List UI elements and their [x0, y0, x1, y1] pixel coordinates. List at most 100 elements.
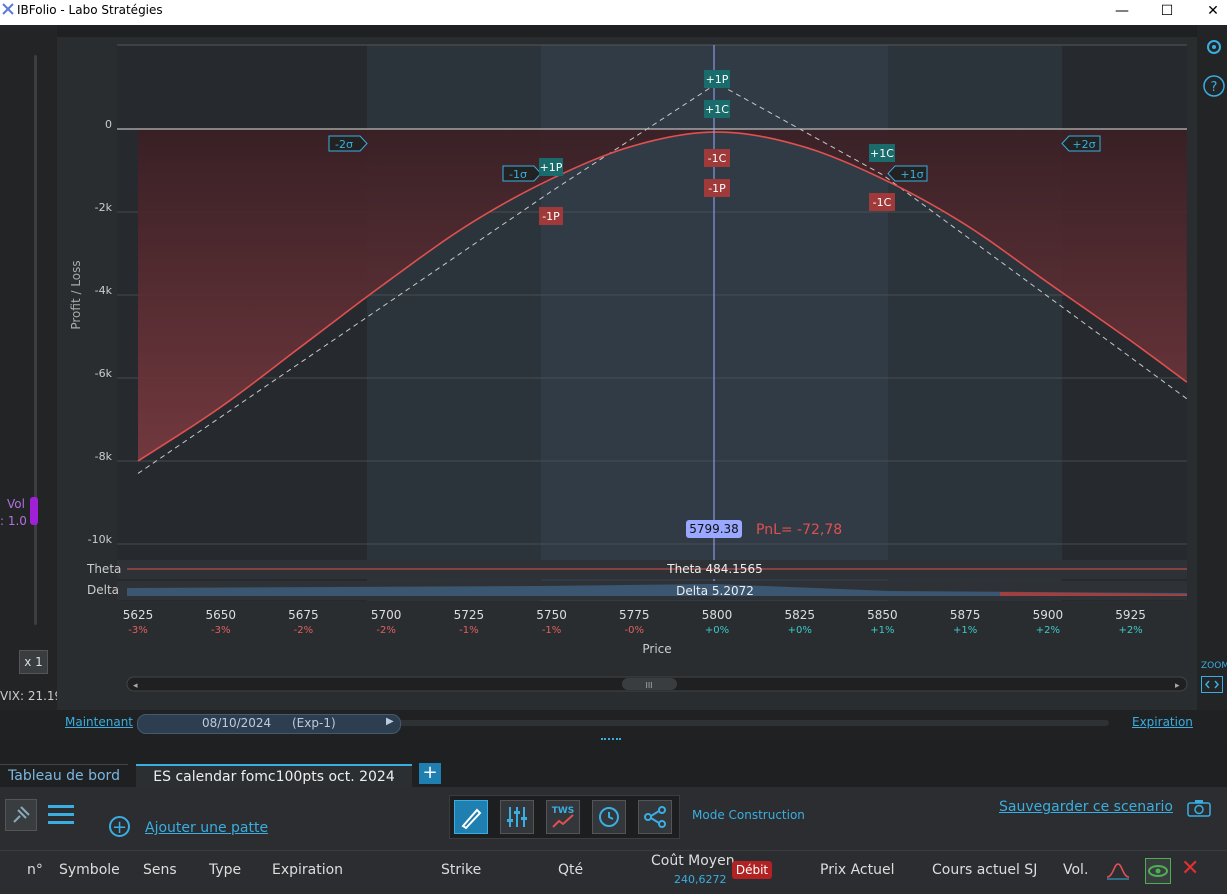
- settings-gear-icon[interactable]: [1205, 38, 1223, 56]
- col-expiration[interactable]: Expiration: [272, 862, 343, 878]
- tab-bar: Tableau de bord ES calendar fomc100pts o…: [0, 762, 1227, 789]
- scroll-right-icon[interactable]: ▸: [1175, 681, 1180, 691]
- pct-tick-label: +2%: [1118, 625, 1142, 636]
- maximize-button[interactable]: ☐: [1144, 0, 1190, 25]
- y-tick-label: -2k: [95, 201, 113, 214]
- x-tick-label: 5625: [123, 608, 154, 622]
- x-tick-label: 5675: [288, 608, 319, 622]
- pct-tick-label: +1%: [870, 625, 894, 636]
- toolbar: + Ajouter une patte TWS Mode Constructio…: [0, 787, 1227, 850]
- vol-curve-icon[interactable]: [1105, 861, 1131, 881]
- tab-dashboard[interactable]: Tableau de bord: [0, 764, 128, 788]
- mode-toolgroup: TWS: [449, 795, 680, 839]
- sliders-icon: [507, 807, 527, 827]
- x-tick-label: 5875: [950, 608, 981, 622]
- zoom-label: ZOOM: [1201, 661, 1227, 671]
- tab-strategy[interactable]: ES calendar fomc100pts oct. 2024: [136, 764, 412, 789]
- x-tick-label: 5650: [205, 608, 236, 622]
- tws-button[interactable]: TWS: [546, 800, 580, 834]
- pnl-chart[interactable]: 0-2k-4k-6k-8k-10k Profit / Loss -2σ -1σ …: [0, 25, 1197, 710]
- visibility-toggle[interactable]: [1145, 858, 1171, 884]
- col-underlying[interactable]: Cours actuel SJ: [932, 862, 1037, 878]
- share-icon: [644, 806, 666, 828]
- theta-label: Theta: [86, 562, 121, 576]
- pct-tick-label: +2%: [1036, 625, 1060, 636]
- construction-mode-button[interactable]: [454, 800, 488, 834]
- history-icon: [599, 807, 619, 827]
- pct-tick-label: -1%: [542, 625, 561, 636]
- debit-badge: Débit: [732, 861, 772, 879]
- timeline-bar: Maintenant 08/10/2024 (Exp-1) ▶ Expirati…: [0, 710, 1227, 738]
- svg-text:+1P: +1P: [540, 161, 563, 174]
- app-logo-icon: [2, 3, 14, 15]
- adjust-button[interactable]: [500, 800, 534, 834]
- add-leg-link[interactable]: Ajouter une patte: [145, 820, 268, 836]
- col-sens[interactable]: Sens: [143, 862, 177, 878]
- pct-tick-label: +1%: [953, 625, 977, 636]
- save-scenario-link[interactable]: Sauvegarder ce scenario: [999, 799, 1173, 815]
- pct-tick-label: -2%: [376, 625, 395, 636]
- sigma-plus1: +1σ: [900, 168, 923, 181]
- x-tick-label: 5750: [536, 608, 567, 622]
- mode-label: Mode Construction: [692, 808, 805, 822]
- add-tab-button[interactable]: +: [419, 763, 441, 784]
- pnl-readout: PnL= -72,78: [756, 522, 842, 538]
- expiration-link[interactable]: Expiration: [1132, 715, 1193, 729]
- x-tick-label: 5850: [867, 608, 898, 622]
- col-qty[interactable]: Qté: [558, 862, 583, 878]
- pct-tick-label: +0%: [788, 625, 812, 636]
- sigma-plus2: +2σ: [1072, 138, 1095, 151]
- add-leg-icon[interactable]: +: [109, 816, 130, 838]
- x-tick-label: 5925: [1115, 608, 1146, 622]
- pin-icon: [13, 806, 30, 823]
- y-tick-label: -10k: [88, 533, 113, 546]
- col-strike[interactable]: Strike: [441, 862, 481, 878]
- close-window-button[interactable]: ✕: [1190, 0, 1227, 25]
- scroll-left-icon[interactable]: ◂: [133, 681, 138, 691]
- eye-icon: [1148, 865, 1168, 877]
- pct-tick-label: -3%: [128, 625, 147, 636]
- svg-text:TWS: TWS: [552, 806, 575, 816]
- splitter[interactable]: [0, 738, 1227, 762]
- minimize-button[interactable]: —: [1099, 0, 1145, 25]
- col-no[interactable]: n°: [27, 862, 43, 878]
- cost-total: 240,6272: [674, 873, 727, 886]
- svg-text:-1C: -1C: [873, 196, 892, 209]
- col-cost[interactable]: Coût Moyen: [651, 853, 735, 869]
- x-tick-label: 5900: [1033, 608, 1064, 622]
- y-tick-label: -4k: [95, 284, 113, 297]
- pct-tick-label: -3%: [211, 625, 230, 636]
- delete-all-icon[interactable]: ✕: [1181, 856, 1199, 881]
- svg-text:-1P: -1P: [708, 182, 726, 195]
- x-tick-label: 5725: [454, 608, 485, 622]
- x-tick-label: 5800: [702, 608, 733, 622]
- title-bar: IBFolio - Labo Stratégies — ☐ ✕: [0, 0, 1227, 25]
- camera-icon[interactable]: [1187, 799, 1211, 817]
- menu-icon[interactable]: [48, 805, 74, 829]
- pin-button[interactable]: [5, 799, 37, 831]
- splitter-grip-icon[interactable]: [601, 738, 621, 742]
- pct-tick-label: -1%: [459, 625, 478, 636]
- window-title: IBFolio - Labo Stratégies: [17, 3, 163, 17]
- delta-value: Delta 5.2072: [676, 584, 754, 598]
- pen-icon: [461, 808, 482, 830]
- timeline-play-icon[interactable]: ▶: [386, 716, 394, 727]
- help-icon[interactable]: ?: [1203, 75, 1225, 97]
- scroll-grip-icon: III: [645, 681, 652, 690]
- col-vol[interactable]: Vol.: [1063, 862, 1088, 878]
- svg-text:-1C: -1C: [708, 152, 727, 165]
- col-price[interactable]: Prix Actuel: [820, 862, 894, 878]
- cursor-price: 5799.38: [689, 522, 739, 536]
- theta-value: Theta 484.1565: [666, 562, 762, 576]
- share-button[interactable]: [638, 800, 672, 834]
- y-axis-label: Profit / Loss: [69, 260, 83, 329]
- timeline-date: 08/10/2024: [202, 716, 272, 730]
- zoom-arrows-icon[interactable]: [1201, 676, 1223, 693]
- x-tick-label: 5775: [619, 608, 650, 622]
- col-type[interactable]: Type: [209, 862, 241, 878]
- sigma-minus2: -2σ: [335, 138, 353, 151]
- history-button[interactable]: [592, 800, 626, 834]
- col-symbol[interactable]: Symbole: [59, 862, 120, 878]
- tws-icon: TWS: [552, 806, 575, 828]
- now-link[interactable]: Maintenant: [65, 715, 133, 729]
